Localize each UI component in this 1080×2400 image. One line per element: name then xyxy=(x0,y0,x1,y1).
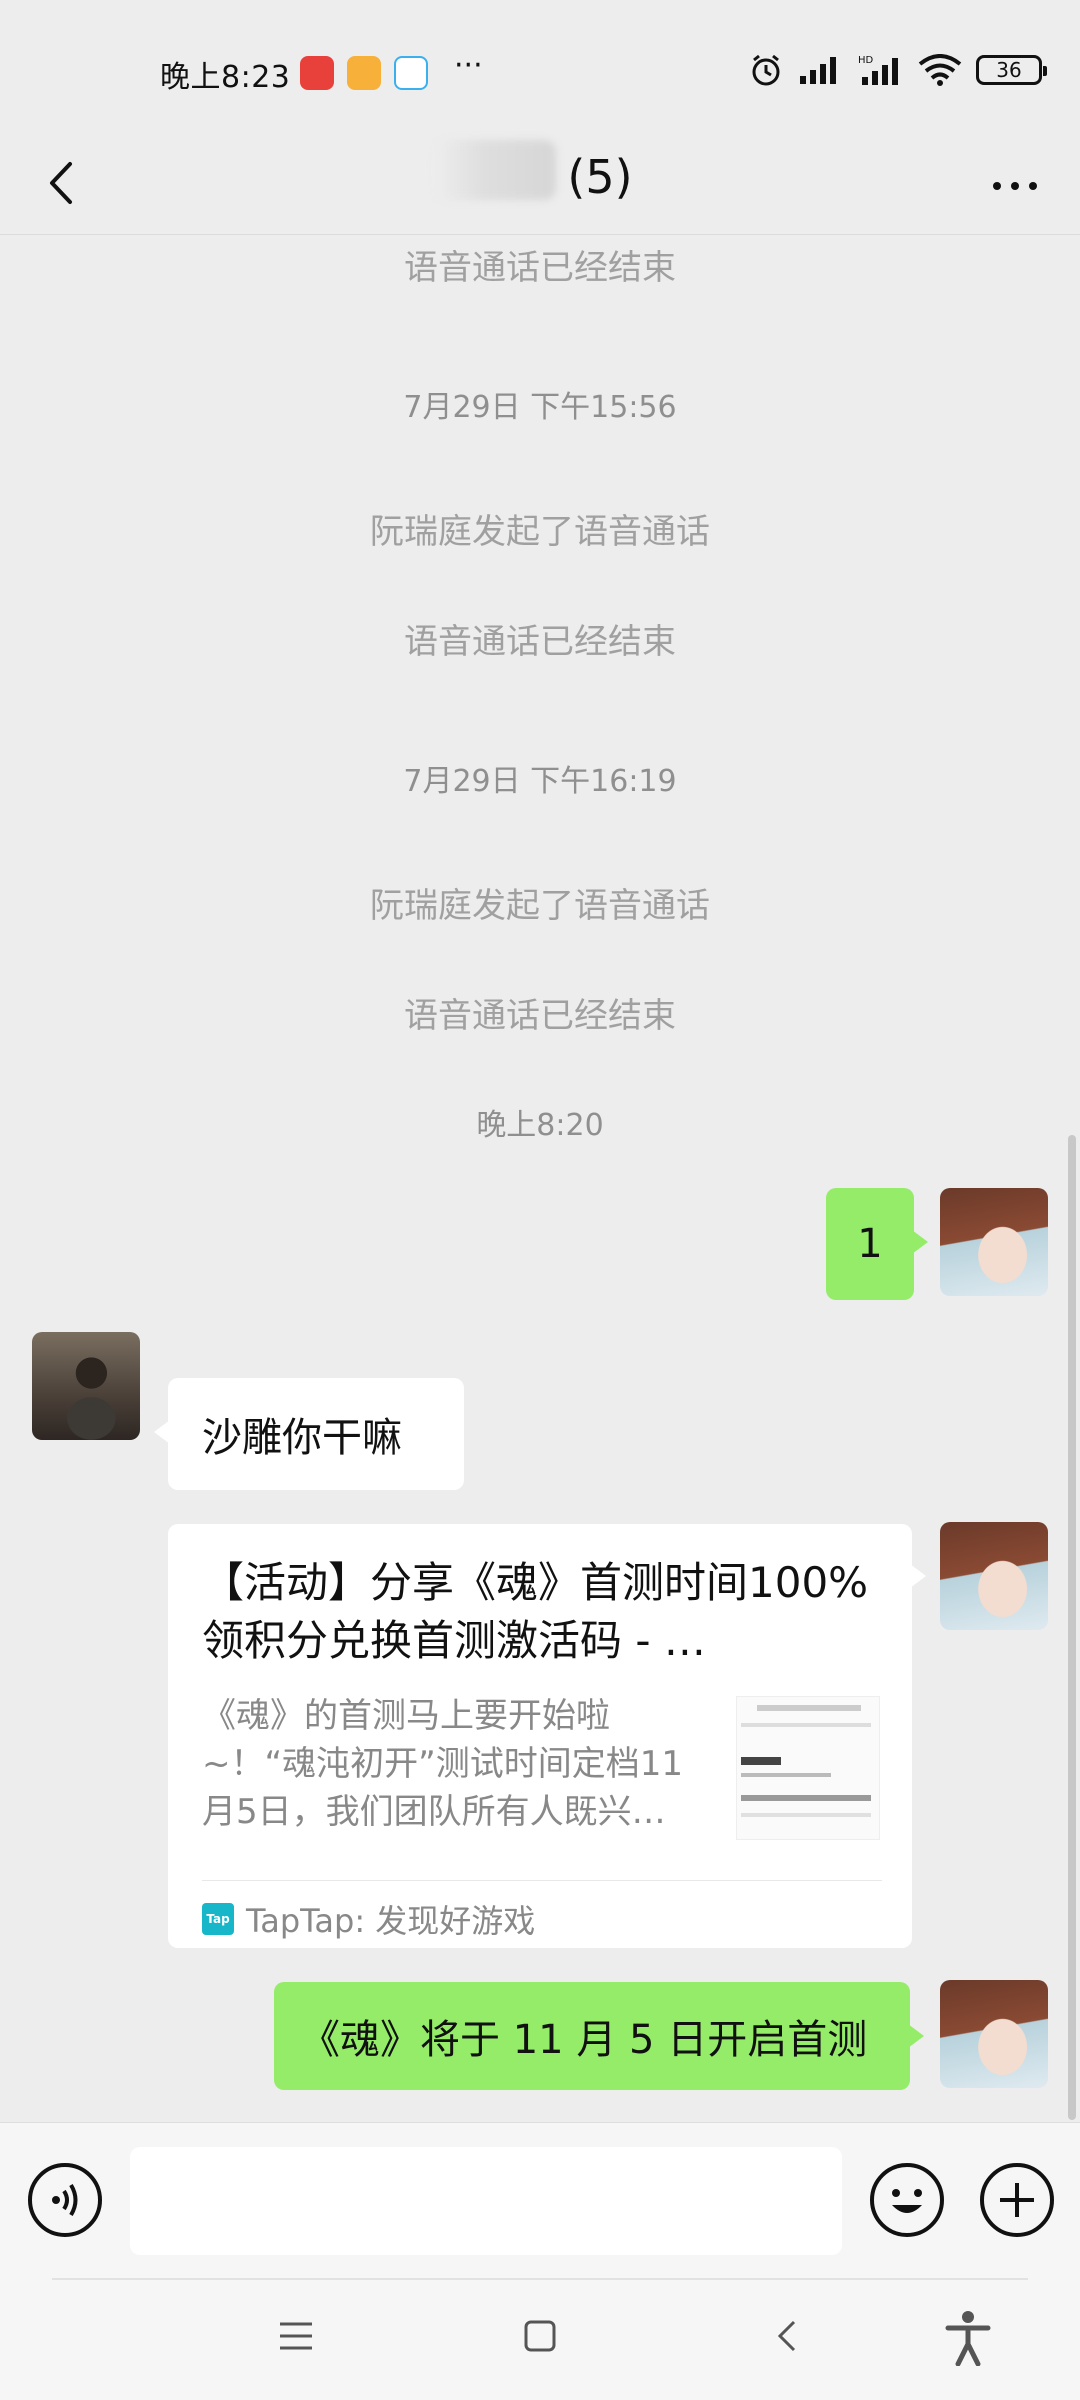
dot-icon xyxy=(1011,182,1019,190)
message-input[interactable] xyxy=(130,2147,842,2255)
alarm-icon xyxy=(752,54,780,86)
voice-icon xyxy=(52,2183,78,2217)
svg-text:HD: HD xyxy=(858,55,874,66)
system-message: 阮瑞庭发起了语音通话 xyxy=(370,886,710,926)
timestamp: 晚上8:20 xyxy=(476,1108,604,1143)
voice-input-button[interactable] xyxy=(28,2163,102,2237)
timestamp: 7月29日 下午15:56 xyxy=(403,390,677,425)
signal-icon xyxy=(800,57,836,84)
card-thumbnail xyxy=(736,1696,880,1840)
taptap-icon: Tap xyxy=(202,1903,234,1935)
battery-icon: 36 xyxy=(976,55,1047,85)
card-source-label: TapTap: 发现好游戏 xyxy=(246,1902,536,1940)
card-description: 《魂》的首测马上要开始啦~！“魂沌初开”测试时间定档11月5日，我们团队所有人既… xyxy=(202,1696,683,1832)
more-notifications-icon: ··· xyxy=(454,48,483,83)
message-text: 1 xyxy=(857,1221,883,1267)
plus-icon xyxy=(1000,2183,1034,2217)
status-icons: HD 36 xyxy=(748,52,1047,88)
sent-message-bubble[interactable]: 《魂》将于 11 月 5 日开启首测 xyxy=(274,1982,924,2090)
my-avatar[interactable] xyxy=(940,1188,1048,1296)
member-count: (5) xyxy=(567,150,633,204)
menu-icon[interactable] xyxy=(276,2316,316,2356)
emoji-button[interactable] xyxy=(870,2163,944,2237)
my-avatar[interactable] xyxy=(940,1980,1048,2088)
red-app-icon xyxy=(300,56,334,90)
dot-icon xyxy=(1029,182,1037,190)
orange-app-icon xyxy=(347,56,381,90)
system-message: 语音通话已经结束 xyxy=(404,622,676,662)
timestamp: 7月29日 下午16:19 xyxy=(403,764,677,799)
status-time: 晚上8:23 xyxy=(160,60,291,95)
status-bar: 晚上8:23 ··· HD 36 xyxy=(0,0,1080,140)
received-message-bubble[interactable]: 沙雕你干嘛 xyxy=(154,1378,464,1490)
chat-header: (5) xyxy=(0,140,1080,235)
sender-avatar[interactable] xyxy=(32,1332,140,1440)
chat-app-icon xyxy=(394,56,428,90)
chat-title: (5) xyxy=(0,150,1080,204)
emoji-icon xyxy=(892,2189,922,2213)
more-actions-button[interactable] xyxy=(980,2163,1054,2237)
system-nav-bar xyxy=(0,2278,1080,2400)
system-message: 语音通话已经结束 xyxy=(404,248,676,288)
message-text: 《魂》将于 11 月 5 日开启首测 xyxy=(300,2017,868,2063)
hd-signal-icon: HD xyxy=(858,55,898,85)
more-options-button[interactable] xyxy=(980,156,1050,216)
wifi-icon xyxy=(918,54,962,86)
home-icon[interactable] xyxy=(520,2316,560,2356)
system-message: 阮瑞庭发起了语音通话 xyxy=(370,512,710,552)
my-avatar[interactable] xyxy=(940,1522,1048,1630)
accessibility-icon[interactable] xyxy=(944,2310,992,2366)
input-bar xyxy=(0,2122,1080,2278)
card-source: Tap TapTap: 发现好游戏 xyxy=(202,1896,535,1942)
card-title: 【活动】分享《魂》首测时间100%领积分兑换首测激活码 - … xyxy=(202,1558,869,1665)
dot-icon xyxy=(993,182,1001,190)
system-message: 语音通话已经结束 xyxy=(404,996,676,1036)
link-card[interactable]: 【活动】分享《魂》首测时间100%领积分兑换首测激活码 - … 《魂》的首测马上… xyxy=(168,1524,926,1948)
message-text: 沙雕你干嘛 xyxy=(202,1415,402,1461)
back-icon[interactable] xyxy=(768,2316,808,2356)
scrollbar[interactable] xyxy=(1068,1135,1076,2120)
card-divider xyxy=(202,1880,882,1881)
sent-message-bubble[interactable]: 1 xyxy=(826,1188,928,1300)
divider xyxy=(52,2278,1028,2280)
